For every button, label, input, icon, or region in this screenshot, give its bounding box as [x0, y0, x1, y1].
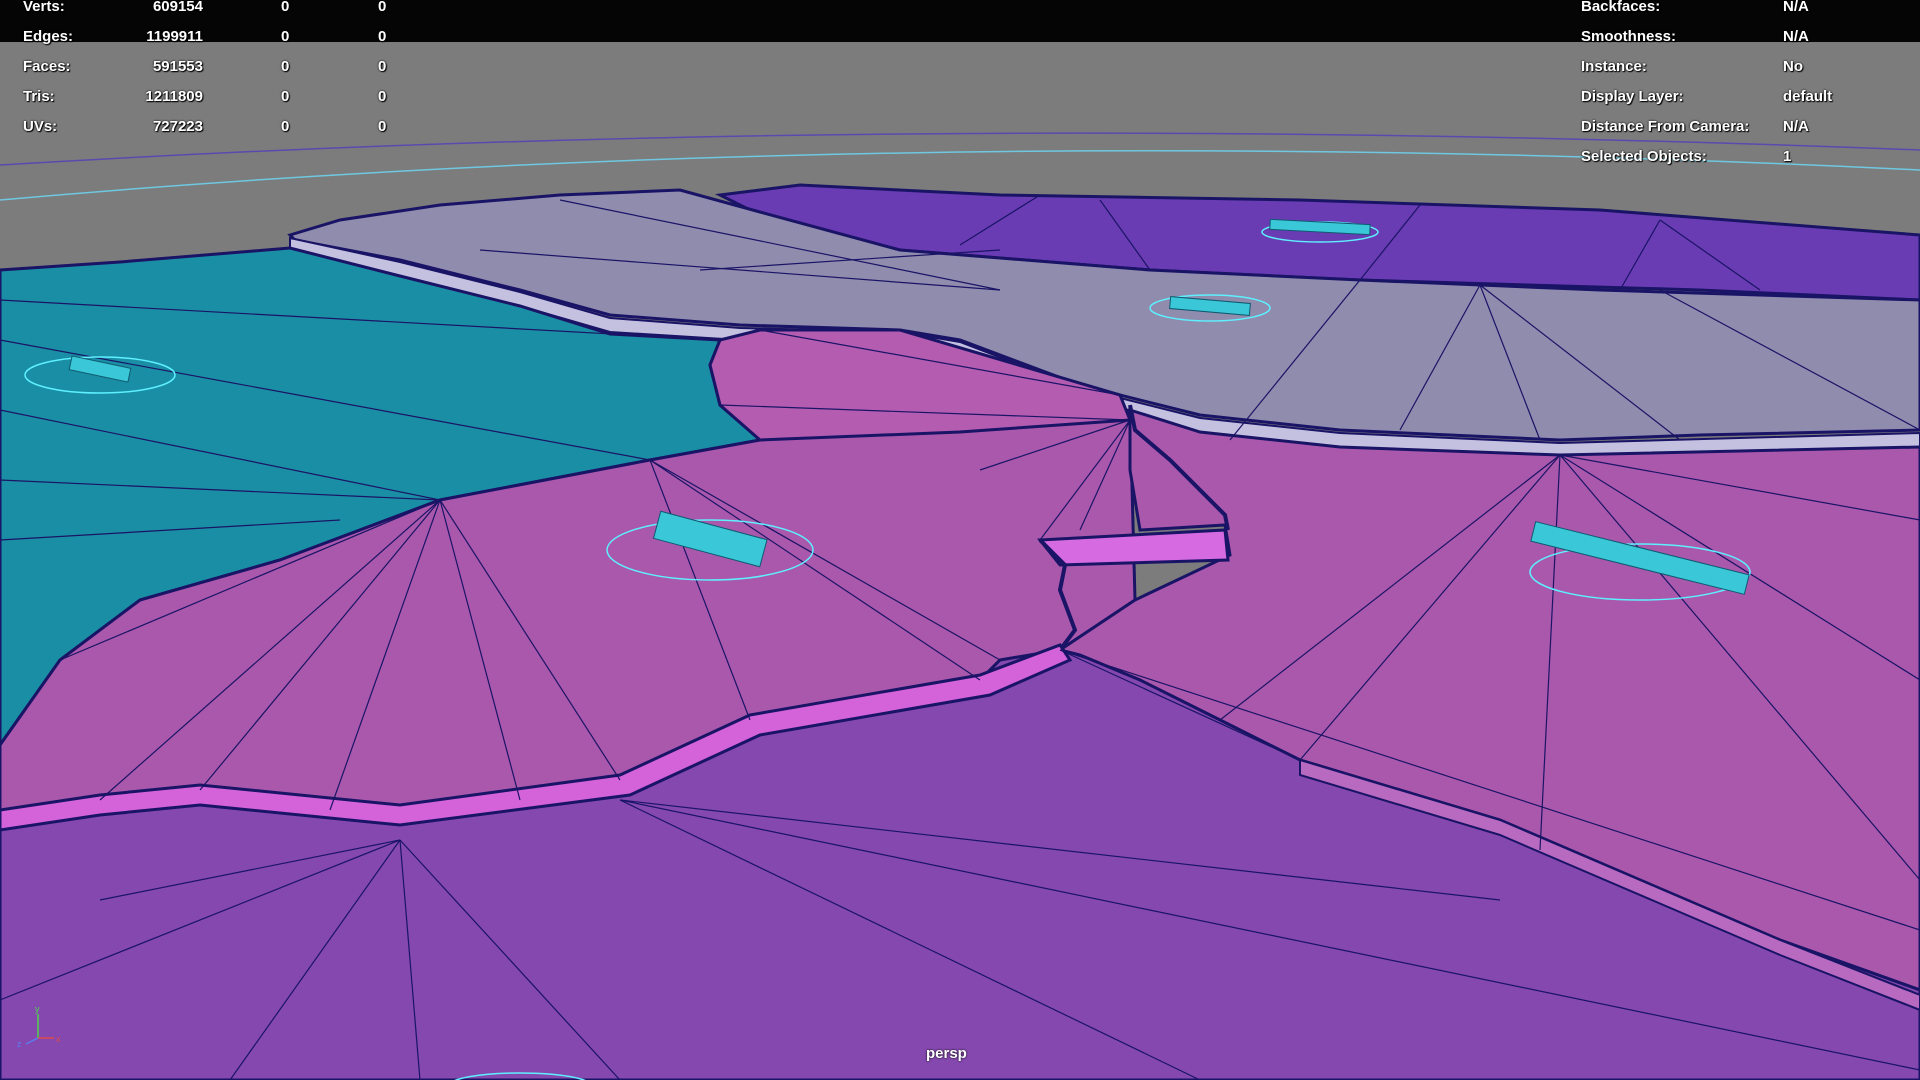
hud-value: default [1783, 88, 1833, 105]
hud-value-selected: 0 [281, 118, 290, 135]
hud-label: Backfaces: [1581, 0, 1661, 15]
hud-value-total: 591553 [152, 58, 203, 75]
heads-up-object-details: Backfaces: N/A Smoothness: N/A Instance:… [1580, 0, 1910, 172]
hud-row-display-layer: Display Layer: default [1580, 82, 1910, 112]
hud-label: Display Layer: [1581, 88, 1684, 105]
hud-row-selected-objects: Selected Objects: 1 [1580, 142, 1910, 172]
view-axis-icon: y x z [17, 1004, 61, 1049]
hud-row-distance: Distance From Camera: N/A [1580, 112, 1910, 142]
hud-row-tris: Tris: 1211809 0 0 [23, 82, 443, 112]
hud-label: Distance From Camera: [1581, 118, 1750, 135]
hud-value-total: 1199911 [146, 28, 203, 45]
hud-row-edges: Edges: 1199911 0 0 [23, 22, 443, 52]
hud-value: No [1783, 58, 1803, 75]
hud-value-components: 0 [378, 28, 387, 45]
axis-y-label: y [35, 1004, 40, 1014]
hud-label: UVs: [23, 118, 58, 135]
hud-label: Edges: [23, 28, 74, 45]
hud-value-components: 0 [378, 88, 387, 105]
hud-value: 1 [1783, 148, 1792, 165]
hud-value-total: 609154 [152, 0, 203, 15]
hud-label: Smoothness: [1581, 28, 1677, 45]
hud-value: N/A [1783, 0, 1809, 15]
hud-row-verts: Verts: 609154 0 0 [23, 0, 443, 22]
hud-label: Selected Objects: [1581, 148, 1707, 165]
heads-up-poly-count: Verts: 609154 0 0 Edges: 1199911 0 0 Fac… [23, 0, 443, 142]
hud-label: Tris: [23, 88, 55, 105]
hud-label: Instance: [1581, 58, 1647, 75]
hud-value-selected: 0 [281, 28, 290, 45]
hud-value-components: 0 [378, 0, 387, 15]
hud-value-selected: 0 [281, 0, 290, 15]
maya-perspective-viewport[interactable]: Verts: 609154 0 0 Edges: 1199911 0 0 Fac… [0, 0, 1920, 1080]
hud-value-components: 0 [378, 118, 387, 135]
hud-row-smoothness: Smoothness: N/A [1580, 22, 1910, 52]
hud-label: Faces: [23, 58, 71, 75]
hud-value-total: 727223 [152, 118, 203, 135]
hud-row-instance: Instance: No [1580, 52, 1910, 82]
camera-name-label: persp [926, 1045, 967, 1062]
hud-row-backfaces: Backfaces: N/A [1580, 0, 1910, 22]
hud-value-components: 0 [378, 58, 387, 75]
hud-label: Verts: [23, 0, 65, 15]
hud-value-selected: 0 [281, 58, 290, 75]
hud-value-total: 1211809 [145, 88, 203, 105]
hud-value-selected: 0 [281, 88, 290, 105]
hud-row-faces: Faces: 591553 0 0 [23, 52, 443, 82]
hud-value: N/A [1783, 28, 1809, 45]
axis-x-label: x [56, 1034, 61, 1044]
hud-row-uvs: UVs: 727223 0 0 [23, 112, 443, 142]
hud-value: N/A [1783, 118, 1809, 135]
axis-z-label: z [17, 1039, 22, 1049]
